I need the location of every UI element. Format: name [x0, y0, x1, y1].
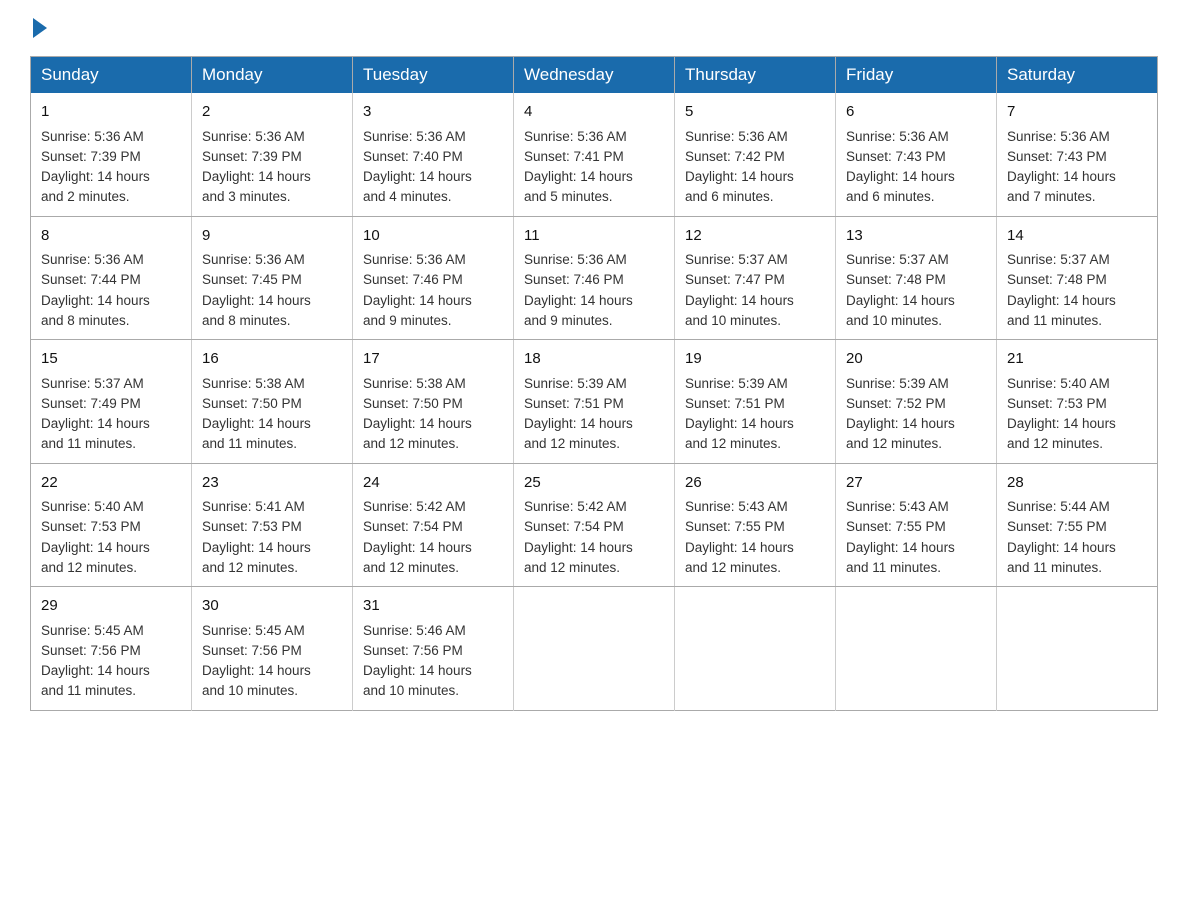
calendar-cell: 21Sunrise: 5:40 AMSunset: 7:53 PMDayligh… [997, 340, 1158, 464]
calendar-cell: 29Sunrise: 5:45 AMSunset: 7:56 PMDayligh… [31, 587, 192, 711]
calendar-cell: 12Sunrise: 5:37 AMSunset: 7:47 PMDayligh… [675, 216, 836, 340]
calendar-week-1: 1Sunrise: 5:36 AMSunset: 7:39 PMDaylight… [31, 93, 1158, 216]
calendar-cell: 7Sunrise: 5:36 AMSunset: 7:43 PMDaylight… [997, 93, 1158, 216]
calendar-cell: 6Sunrise: 5:36 AMSunset: 7:43 PMDaylight… [836, 93, 997, 216]
calendar-week-2: 8Sunrise: 5:36 AMSunset: 7:44 PMDaylight… [31, 216, 1158, 340]
day-number: 16 [202, 348, 342, 371]
calendar-cell: 10Sunrise: 5:36 AMSunset: 7:46 PMDayligh… [353, 216, 514, 340]
calendar-week-5: 29Sunrise: 5:45 AMSunset: 7:56 PMDayligh… [31, 587, 1158, 711]
calendar-cell: 27Sunrise: 5:43 AMSunset: 7:55 PMDayligh… [836, 463, 997, 587]
day-number: 8 [41, 225, 181, 248]
day-number: 31 [363, 595, 503, 618]
calendar-cell: 31Sunrise: 5:46 AMSunset: 7:56 PMDayligh… [353, 587, 514, 711]
calendar-table: SundayMondayTuesdayWednesdayThursdayFrid… [30, 56, 1158, 711]
weekday-header-saturday: Saturday [997, 57, 1158, 94]
calendar-cell: 26Sunrise: 5:43 AMSunset: 7:55 PMDayligh… [675, 463, 836, 587]
day-number: 24 [363, 472, 503, 495]
calendar-cell: 8Sunrise: 5:36 AMSunset: 7:44 PMDaylight… [31, 216, 192, 340]
calendar-cell: 24Sunrise: 5:42 AMSunset: 7:54 PMDayligh… [353, 463, 514, 587]
calendar-cell: 25Sunrise: 5:42 AMSunset: 7:54 PMDayligh… [514, 463, 675, 587]
day-number: 5 [685, 101, 825, 124]
logo [30, 20, 50, 40]
calendar-cell: 13Sunrise: 5:37 AMSunset: 7:48 PMDayligh… [836, 216, 997, 340]
page-header [30, 20, 1158, 40]
day-number: 15 [41, 348, 181, 371]
day-number: 17 [363, 348, 503, 371]
calendar-cell [836, 587, 997, 711]
day-number: 12 [685, 225, 825, 248]
day-number: 6 [846, 101, 986, 124]
calendar-cell: 23Sunrise: 5:41 AMSunset: 7:53 PMDayligh… [192, 463, 353, 587]
weekday-header-friday: Friday [836, 57, 997, 94]
day-number: 22 [41, 472, 181, 495]
calendar-cell: 9Sunrise: 5:36 AMSunset: 7:45 PMDaylight… [192, 216, 353, 340]
weekday-header-tuesday: Tuesday [353, 57, 514, 94]
calendar-cell: 18Sunrise: 5:39 AMSunset: 7:51 PMDayligh… [514, 340, 675, 464]
day-number: 28 [1007, 472, 1147, 495]
day-number: 9 [202, 225, 342, 248]
calendar-cell: 17Sunrise: 5:38 AMSunset: 7:50 PMDayligh… [353, 340, 514, 464]
day-number: 20 [846, 348, 986, 371]
day-number: 13 [846, 225, 986, 248]
logo-triangle-icon [33, 18, 47, 38]
calendar-cell [997, 587, 1158, 711]
calendar-cell: 15Sunrise: 5:37 AMSunset: 7:49 PMDayligh… [31, 340, 192, 464]
calendar-cell: 19Sunrise: 5:39 AMSunset: 7:51 PMDayligh… [675, 340, 836, 464]
calendar-cell: 30Sunrise: 5:45 AMSunset: 7:56 PMDayligh… [192, 587, 353, 711]
day-number: 2 [202, 101, 342, 124]
calendar-week-3: 15Sunrise: 5:37 AMSunset: 7:49 PMDayligh… [31, 340, 1158, 464]
day-number: 25 [524, 472, 664, 495]
day-number: 18 [524, 348, 664, 371]
day-number: 14 [1007, 225, 1147, 248]
day-number: 21 [1007, 348, 1147, 371]
calendar-cell: 22Sunrise: 5:40 AMSunset: 7:53 PMDayligh… [31, 463, 192, 587]
calendar-cell [514, 587, 675, 711]
calendar-cell: 3Sunrise: 5:36 AMSunset: 7:40 PMDaylight… [353, 93, 514, 216]
calendar-cell: 2Sunrise: 5:36 AMSunset: 7:39 PMDaylight… [192, 93, 353, 216]
day-number: 4 [524, 101, 664, 124]
day-number: 27 [846, 472, 986, 495]
calendar-body: 1Sunrise: 5:36 AMSunset: 7:39 PMDaylight… [31, 93, 1158, 710]
day-number: 30 [202, 595, 342, 618]
calendar-cell [675, 587, 836, 711]
day-number: 29 [41, 595, 181, 618]
calendar-cell: 16Sunrise: 5:38 AMSunset: 7:50 PMDayligh… [192, 340, 353, 464]
calendar-week-4: 22Sunrise: 5:40 AMSunset: 7:53 PMDayligh… [31, 463, 1158, 587]
calendar-cell: 5Sunrise: 5:36 AMSunset: 7:42 PMDaylight… [675, 93, 836, 216]
weekday-header-wednesday: Wednesday [514, 57, 675, 94]
calendar-cell: 4Sunrise: 5:36 AMSunset: 7:41 PMDaylight… [514, 93, 675, 216]
calendar-cell: 14Sunrise: 5:37 AMSunset: 7:48 PMDayligh… [997, 216, 1158, 340]
calendar-cell: 28Sunrise: 5:44 AMSunset: 7:55 PMDayligh… [997, 463, 1158, 587]
calendar-cell: 1Sunrise: 5:36 AMSunset: 7:39 PMDaylight… [31, 93, 192, 216]
day-number: 23 [202, 472, 342, 495]
day-number: 19 [685, 348, 825, 371]
day-number: 10 [363, 225, 503, 248]
day-number: 1 [41, 101, 181, 124]
weekday-header-row: SundayMondayTuesdayWednesdayThursdayFrid… [31, 57, 1158, 94]
weekday-header-monday: Monday [192, 57, 353, 94]
weekday-header-sunday: Sunday [31, 57, 192, 94]
day-number: 11 [524, 225, 664, 248]
weekday-header-thursday: Thursday [675, 57, 836, 94]
calendar-header: SundayMondayTuesdayWednesdayThursdayFrid… [31, 57, 1158, 94]
day-number: 7 [1007, 101, 1147, 124]
day-number: 26 [685, 472, 825, 495]
day-number: 3 [363, 101, 503, 124]
calendar-cell: 20Sunrise: 5:39 AMSunset: 7:52 PMDayligh… [836, 340, 997, 464]
calendar-cell: 11Sunrise: 5:36 AMSunset: 7:46 PMDayligh… [514, 216, 675, 340]
